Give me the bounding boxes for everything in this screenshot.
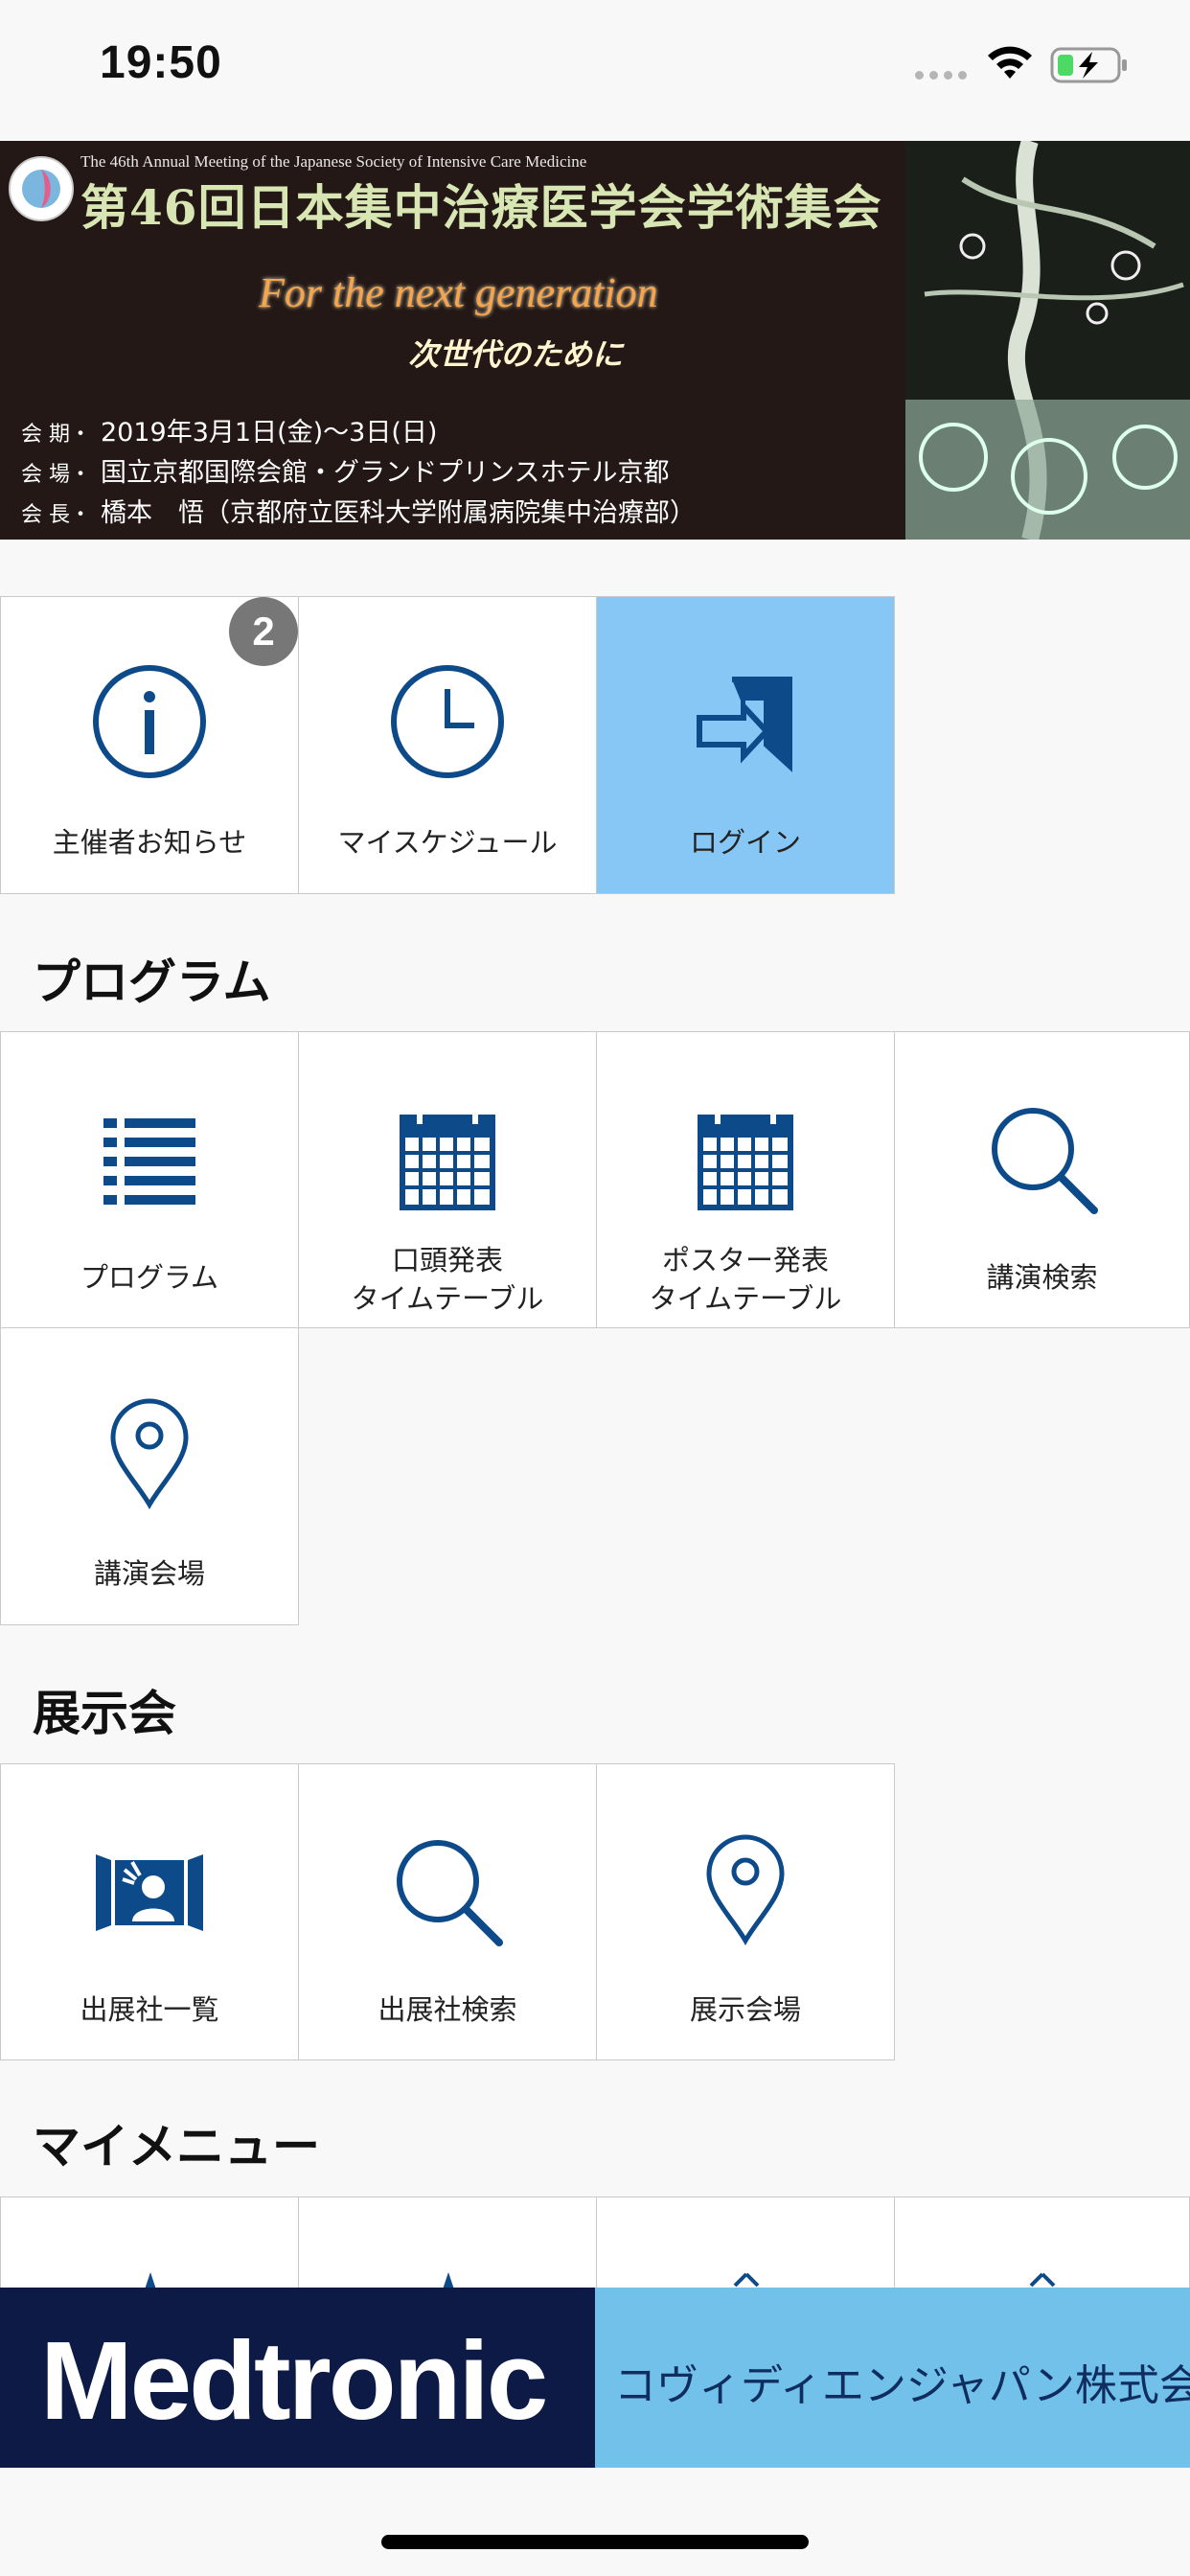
sponsor-medtronic-text: Medtronic bbox=[40, 2318, 548, 2443]
exhibition-venue-label: 展示会場 bbox=[689, 1993, 801, 2026]
banner-title: 第46回日本集中治療医学会学術集会 bbox=[80, 179, 882, 236]
society-logo bbox=[9, 156, 74, 221]
notice-badge: 2 bbox=[229, 597, 298, 666]
banner-date: 2019年3月1日(金)〜3日(日) bbox=[101, 418, 438, 448]
exhibitor-search-tile[interactable]: 出展社検索 bbox=[298, 1763, 597, 2060]
exhibitor-list-tile[interactable]: 出展社一覧 bbox=[0, 1763, 299, 2060]
clock-icon bbox=[391, 665, 504, 778]
sponsor-medtronic[interactable]: Medtronic bbox=[0, 2288, 595, 2468]
search-icon bbox=[397, 1840, 503, 1946]
notice-tile[interactable]: 主催者お知らせ 2 bbox=[0, 596, 299, 894]
calendar-icon bbox=[400, 1109, 495, 1210]
section-title-program: プログラム bbox=[33, 954, 271, 1010]
banner-artwork bbox=[905, 141, 1190, 540]
login-tile[interactable]: ログイン bbox=[596, 596, 895, 894]
sponsor-covidien[interactable]: コヴィディエンジャパン株式会社 bbox=[595, 2288, 1190, 2468]
banner-info: 会 期・ 2019年3月1日(金)〜3日(日) 会 場・ 国立京都国際会館・グランド… bbox=[21, 418, 696, 528]
status-bar: 19:50 bbox=[0, 0, 1190, 134]
lecture-venue-tile[interactable]: 講演会場 bbox=[0, 1327, 299, 1625]
login-label: ログイン bbox=[689, 826, 801, 859]
map-pin-icon bbox=[110, 1398, 189, 1509]
home-indicator[interactable] bbox=[381, 2535, 809, 2549]
section-title-my-menu: マイメニュー bbox=[33, 2119, 320, 2174]
program-tile[interactable]: プログラム bbox=[0, 1031, 299, 1328]
oral-timetable-tile[interactable]: 口頭発表 タイムテーブル bbox=[298, 1031, 597, 1328]
battery-charging-icon bbox=[1050, 47, 1127, 83]
status-time: 19:50 bbox=[100, 37, 222, 88]
program-label: プログラム bbox=[80, 1261, 219, 1294]
map-pin-icon bbox=[706, 1834, 785, 1945]
lecture-search-tile[interactable]: 講演検索 bbox=[894, 1031, 1190, 1328]
search-icon bbox=[991, 1108, 1098, 1214]
signal-icon bbox=[915, 71, 967, 80]
pin-icon bbox=[1029, 2272, 1056, 2288]
lecture-venue-label: 講演会場 bbox=[93, 1557, 205, 1590]
notice-label: 主催者お知らせ bbox=[52, 826, 247, 859]
poster-timetable-label: ポスター発表 タイムテーブル bbox=[649, 1244, 842, 1315]
list-icon bbox=[103, 1118, 195, 1205]
info-icon bbox=[93, 665, 206, 778]
login-icon bbox=[697, 677, 792, 772]
lecture-search-label: 講演検索 bbox=[986, 1261, 1098, 1294]
exhibitor-booth-icon bbox=[96, 1854, 203, 1931]
exhibitor-search-label: 出展社検索 bbox=[378, 1993, 517, 2026]
conference-banner: The 46th Annual Meeting of the Japanese … bbox=[0, 141, 1190, 540]
exhibitor-list-label: 出展社一覧 bbox=[80, 1993, 219, 2026]
schedule-label: マイスケジュール bbox=[337, 826, 558, 859]
pin-icon bbox=[733, 2272, 760, 2288]
sponsor-covidien-text: コヴィディエンジャパン株式会社 bbox=[614, 2361, 1190, 2410]
user-icon bbox=[145, 2272, 156, 2289]
poster-timetable-tile[interactable]: ポスター発表 タイムテーブル bbox=[596, 1031, 895, 1328]
oral-timetable-label: 口頭発表 タイムテーブル bbox=[351, 1244, 544, 1315]
section-title-exhibition: 展示会 bbox=[33, 1686, 176, 1741]
calendar-icon bbox=[698, 1109, 793, 1210]
banner-president: 橋本 悟（京都府立医科大学附属病院集中治療部） bbox=[101, 498, 696, 528]
banner-subtitle: The 46th Annual Meeting of the Japanese … bbox=[80, 152, 587, 171]
banner-tagline-en: For the next generation bbox=[259, 269, 658, 316]
wifi-icon bbox=[988, 46, 1032, 79]
banner-tagline-ja: 次世代のために bbox=[408, 336, 624, 373]
exhibition-venue-tile[interactable]: 展示会場 bbox=[596, 1763, 895, 2060]
schedule-tile[interactable]: マイスケジュール bbox=[298, 596, 597, 894]
user-icon bbox=[443, 2272, 454, 2289]
banner-venue: 国立京都国際会館・グランドプリンスホテル京都 bbox=[101, 458, 670, 488]
